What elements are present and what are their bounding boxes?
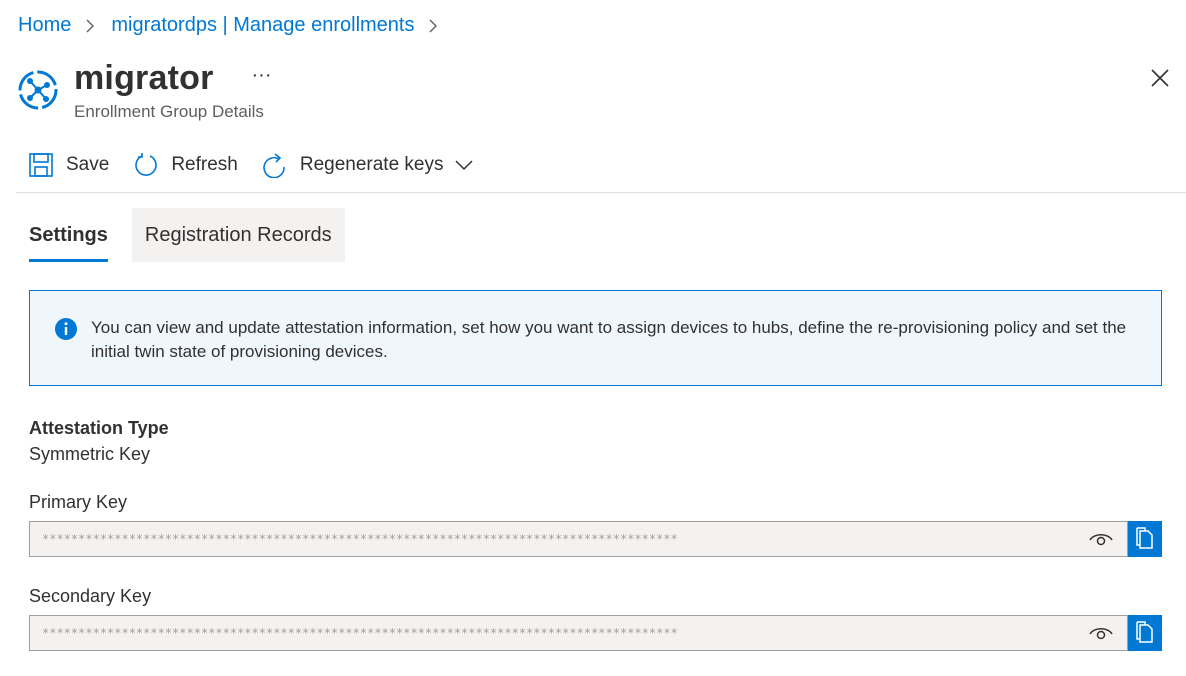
title-row: migrator ··· <box>74 60 272 96</box>
copy-icon <box>1136 527 1153 549</box>
show-password-eye-icon[interactable] <box>1089 625 1113 643</box>
save-button[interactable]: Save <box>28 152 109 178</box>
breadcrumb-manage-enrollments[interactable]: migratordps | Manage enrollments <box>111 14 414 37</box>
regenerate-icon <box>263 153 285 178</box>
show-password-eye-icon[interactable] <box>1089 531 1113 549</box>
save-label: Save <box>66 154 110 175</box>
primary-key-field[interactable]: ****************************************… <box>29 521 1128 557</box>
primary-key-row: ****************************************… <box>29 521 1162 557</box>
info-message-text: You can view and update attestation info… <box>91 318 1127 361</box>
attestation-type-label: Attestation Type <box>29 418 169 438</box>
page-header: migrator ··· Enrollment Group Details <box>16 60 272 122</box>
info-icon <box>54 317 78 341</box>
chevron-right-icon <box>428 15 440 37</box>
tab-registration-records[interactable]: Registration Records <box>131 208 345 262</box>
chevron-right-icon <box>85 15 97 37</box>
breadcrumb: Home migratordps | Manage enrollments <box>18 14 454 37</box>
copy-icon <box>1136 621 1153 643</box>
regenerate-keys-button[interactable]: Regenerate keys <box>262 152 474 178</box>
breadcrumb-home[interactable]: Home <box>18 14 71 37</box>
close-icon[interactable] <box>1148 66 1172 90</box>
regenerate-label: Regenerate keys <box>299 154 444 175</box>
refresh-icon <box>135 153 158 176</box>
secondary-key-row: ****************************************… <box>29 615 1162 651</box>
primary-key-label: Primary Key <box>29 492 128 512</box>
secondary-key-masked-value: ****************************************… <box>42 626 678 640</box>
attestation-type-value: Symmetric Key <box>29 444 151 464</box>
more-options-button[interactable]: ··· <box>252 65 272 85</box>
title-block: migrator ··· Enrollment Group Details <box>74 60 272 122</box>
secondary-key-label: Secondary Key <box>29 586 152 606</box>
tab-settings-label: Settings <box>29 223 108 246</box>
save-icon <box>29 153 53 177</box>
command-bar: Save Refresh Regenerate keys <box>28 148 498 182</box>
tab-bar: Settings Registration Records <box>29 208 345 262</box>
tab-settings[interactable]: Settings <box>29 208 108 262</box>
chevron-down-icon <box>454 160 473 171</box>
page-title: migrator <box>74 59 214 97</box>
tab-registration-records-label: Registration Records <box>144 223 332 246</box>
info-message-bar: You can view and update attestation info… <box>29 290 1162 386</box>
refresh-label: Refresh <box>171 154 238 175</box>
device-provisioning-icon <box>16 68 60 112</box>
copy-primary-key-button[interactable] <box>1128 521 1162 557</box>
secondary-key-field[interactable]: ****************************************… <box>29 615 1128 651</box>
primary-key-masked-value: ****************************************… <box>42 532 678 546</box>
toolbar-divider <box>16 192 1186 193</box>
refresh-button[interactable]: Refresh <box>133 152 238 178</box>
page-subtitle: Enrollment Group Details <box>74 102 264 121</box>
copy-secondary-key-button[interactable] <box>1128 615 1162 651</box>
